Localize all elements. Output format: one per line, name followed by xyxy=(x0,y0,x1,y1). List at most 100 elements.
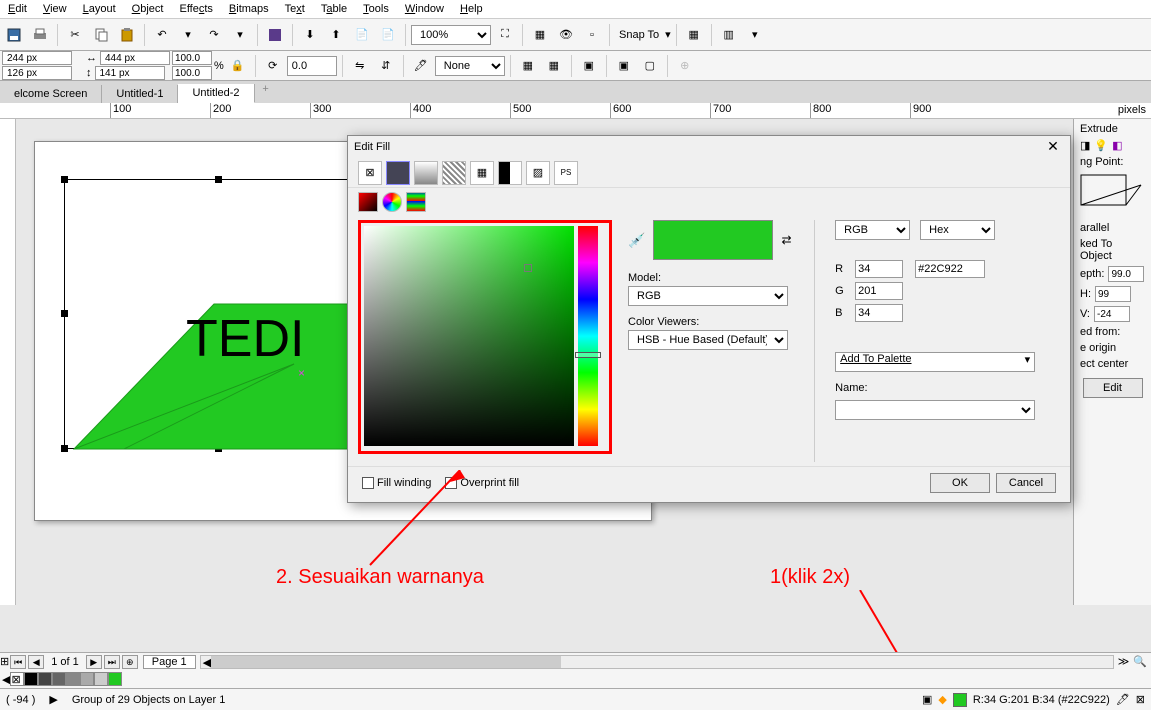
h-field[interactable] xyxy=(1095,286,1131,302)
order-icon[interactable]: ▣ xyxy=(577,54,601,78)
redo-icon[interactable]: ↷ xyxy=(202,23,226,47)
scale-y-field[interactable] xyxy=(172,66,212,80)
mirror-v-icon[interactable]: ⇵ xyxy=(374,54,398,78)
options-icon[interactable]: ▦ xyxy=(682,23,706,47)
center-opt[interactable]: ect center xyxy=(1076,356,1149,372)
palette-left-icon[interactable]: ◀ xyxy=(2,673,10,686)
ungroup-icon[interactable]: ▢ xyxy=(638,54,662,78)
wrap-icon[interactable]: ▦ xyxy=(516,54,540,78)
add-page-button[interactable]: ⊕ xyxy=(122,655,138,669)
paste-icon[interactable] xyxy=(115,23,139,47)
launch-icon[interactable]: ▥ xyxy=(717,23,741,47)
export-icon[interactable]: ⬆ xyxy=(324,23,348,47)
fill-pattern-icon[interactable] xyxy=(442,161,466,185)
ok-button[interactable]: OK xyxy=(930,473,990,493)
menu-bitmaps[interactable]: Bitmaps xyxy=(221,1,277,17)
publish-icon[interactable]: 📄 xyxy=(350,23,374,47)
fill-fountain-icon[interactable] xyxy=(414,161,438,185)
menu-object[interactable]: Object xyxy=(124,1,172,17)
horizontal-scrollbar[interactable]: ◀ xyxy=(200,655,1114,669)
menu-view[interactable]: View xyxy=(35,1,75,17)
wrap2-icon[interactable]: ▦ xyxy=(542,54,566,78)
tab-untitled2[interactable]: Untitled-2 xyxy=(178,84,254,103)
palette-swatch[interactable] xyxy=(24,672,38,686)
x-field[interactable] xyxy=(2,51,72,65)
status-outline-icon[interactable]: 🖊 xyxy=(1116,693,1130,706)
palette-swatch[interactable] xyxy=(80,672,94,686)
fill-bitmap-icon[interactable]: ▦ xyxy=(470,161,494,185)
hue-marker[interactable] xyxy=(575,352,601,358)
status-play-icon[interactable]: ▶ xyxy=(49,693,57,706)
fill-none-icon[interactable]: ⊠ xyxy=(358,161,382,185)
r-field[interactable] xyxy=(855,260,903,278)
undo-dropdown-icon[interactable]: ▾ xyxy=(176,23,200,47)
launch2-icon[interactable]: ▾ xyxy=(743,23,767,47)
close-icon[interactable]: ✕ xyxy=(1042,138,1064,156)
rulers-icon[interactable]: ▦ xyxy=(528,23,552,47)
outline-select[interactable]: None xyxy=(435,56,505,76)
cube-icon[interactable]: ◧ xyxy=(1112,139,1122,152)
palette-swatch[interactable] xyxy=(52,672,66,686)
hue-slider[interactable] xyxy=(578,226,598,446)
format-select[interactable]: Hex xyxy=(920,220,995,240)
snap-label[interactable]: Snap To xyxy=(615,29,663,41)
palette-swatch[interactable] xyxy=(108,672,122,686)
menu-window[interactable]: Window xyxy=(397,1,452,17)
viewers-select[interactable]: HSB - Hue Based (Default) xyxy=(628,330,788,350)
mirror-h-icon[interactable]: ⇋ xyxy=(348,54,372,78)
status-none-icon[interactable]: ⊠ xyxy=(1136,693,1145,706)
mixer-tab-1[interactable] xyxy=(358,192,378,212)
search-icon[interactable] xyxy=(263,23,287,47)
y-field[interactable] xyxy=(2,66,72,80)
save-icon[interactable] xyxy=(2,23,26,47)
palette-swatch[interactable] xyxy=(38,672,52,686)
last-page-button[interactable]: ⏭ xyxy=(104,655,120,669)
tab-untitled1[interactable]: Untitled-1 xyxy=(102,85,178,103)
status-fill-swatch[interactable] xyxy=(953,693,967,707)
hex-field[interactable] xyxy=(915,260,985,278)
handle-nw[interactable] xyxy=(61,176,68,183)
menu-table[interactable]: Table xyxy=(313,1,355,17)
scroll-right-icon[interactable]: ≫ xyxy=(1118,655,1130,668)
menu-tools[interactable]: Tools xyxy=(355,1,397,17)
fill-uniform-icon[interactable] xyxy=(386,161,410,185)
first-page-button[interactable]: ⏮ xyxy=(10,655,26,669)
edit-button[interactable]: Edit xyxy=(1083,378,1143,398)
origin-opt[interactable]: e origin xyxy=(1076,340,1149,356)
prev-page-button[interactable]: ◀ xyxy=(28,655,44,669)
guides-icon[interactable]: ▫ xyxy=(580,23,604,47)
menu-layout[interactable]: Layout xyxy=(75,1,124,17)
mixer-tab-3[interactable] xyxy=(406,192,426,212)
swap-icon[interactable]: ⇄ xyxy=(781,233,791,247)
depth-field[interactable] xyxy=(1108,266,1144,282)
scrollbar-thumb[interactable] xyxy=(211,656,561,668)
nav-toggle-icon[interactable]: ⊞ xyxy=(0,655,9,668)
name-field[interactable] xyxy=(835,400,1035,420)
h-field[interactable] xyxy=(95,66,165,80)
palette-combo[interactable]: Add To Palette ▾ xyxy=(835,352,1035,372)
menu-effects[interactable]: Effects xyxy=(171,1,220,17)
add-icon[interactable]: ⊕ xyxy=(673,54,697,78)
cut-icon[interactable]: ✂ xyxy=(63,23,87,47)
new-tab-button[interactable]: + xyxy=(255,83,277,103)
redo-dropdown-icon[interactable]: ▾ xyxy=(228,23,252,47)
scale-x-field[interactable] xyxy=(172,51,212,65)
b-field[interactable] xyxy=(855,304,903,322)
status-fill-icon[interactable]: ◆ xyxy=(938,693,946,706)
v-field[interactable] xyxy=(1094,306,1130,322)
w-field[interactable] xyxy=(100,51,170,65)
menu-edit[interactable]: Edit xyxy=(0,1,35,17)
tab-welcome[interactable]: elcome Screen xyxy=(0,85,102,103)
menu-text[interactable]: Text xyxy=(277,1,313,17)
lock-ratio-icon[interactable]: 🔒 xyxy=(226,54,250,78)
g-field[interactable] xyxy=(855,282,903,300)
sv-marker[interactable] xyxy=(524,264,532,272)
zoom-select[interactable]: 100% xyxy=(411,25,491,45)
mixer-tab-2[interactable] xyxy=(382,192,402,212)
status-proof-icon[interactable]: ▣ xyxy=(922,693,932,706)
fullscreen-icon[interactable]: ⛶ xyxy=(493,23,517,47)
cancel-button[interactable]: Cancel xyxy=(996,473,1056,493)
grid-icon[interactable]: 👁 xyxy=(554,23,578,47)
fill-twocolor-icon[interactable] xyxy=(498,161,522,185)
model-select[interactable]: RGB xyxy=(628,286,788,306)
